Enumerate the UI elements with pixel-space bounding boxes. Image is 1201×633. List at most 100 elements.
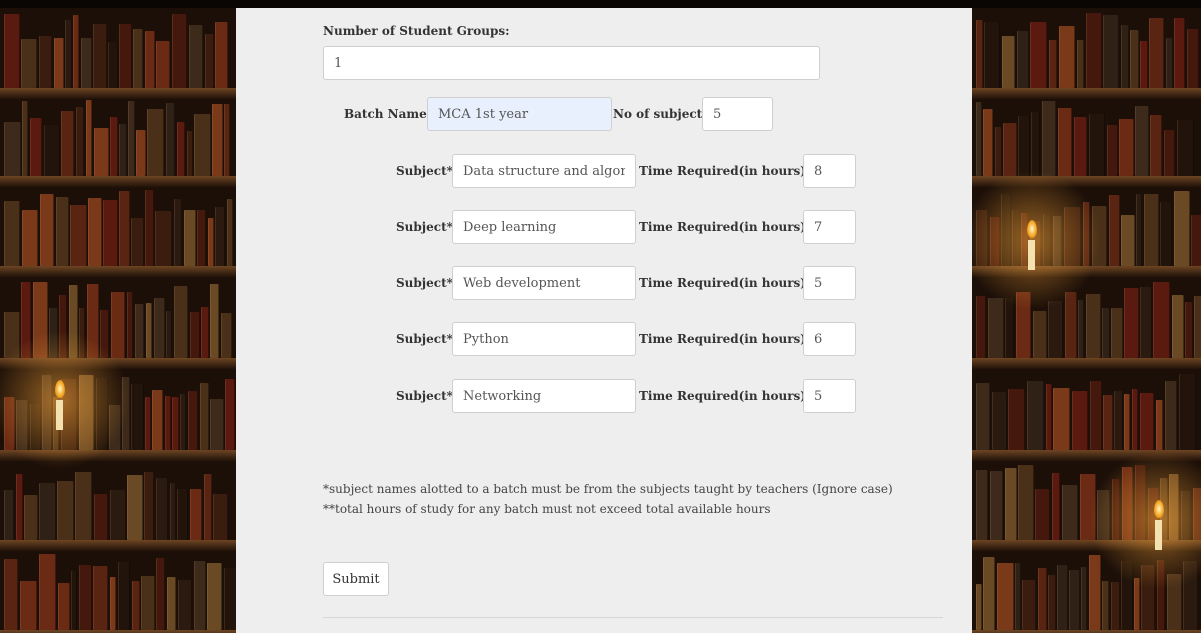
hours-input-2[interactable] <box>803 210 856 244</box>
book-spine <box>1046 384 1052 450</box>
book-spine <box>1048 301 1063 358</box>
book-spine <box>1156 400 1163 450</box>
book-spine <box>215 22 228 88</box>
book-spine <box>983 109 993 176</box>
shelf-row <box>0 96 236 188</box>
note-subject-names: *subject names alotted to a batch must b… <box>323 482 893 496</box>
book-spine <box>1150 115 1162 176</box>
subject-input-4[interactable] <box>452 322 636 356</box>
form-panel: Number of Student Groups: Batch Name: No… <box>236 8 972 633</box>
book-spine <box>4 122 21 176</box>
book-spine <box>177 489 188 540</box>
book-spine <box>131 218 144 266</box>
book-spine <box>1179 374 1196 450</box>
book-spine <box>1114 391 1123 450</box>
book-spine <box>4 14 20 88</box>
book-spine <box>184 210 196 266</box>
book-spine <box>24 495 38 540</box>
book-spine <box>86 100 92 176</box>
book-spine <box>208 218 214 266</box>
book-spine <box>70 205 87 266</box>
book-spine <box>1065 292 1077 358</box>
book-spine <box>1121 25 1129 88</box>
subject-label: Subject*: <box>396 276 458 290</box>
book-spine <box>4 201 20 266</box>
book-spine <box>197 210 206 266</box>
subject-input-1[interactable] <box>452 154 636 188</box>
book-spine <box>56 197 69 266</box>
submit-button[interactable]: Submit <box>323 562 389 596</box>
subject-input-5[interactable] <box>452 379 636 413</box>
book-spine <box>190 312 200 358</box>
book-spine <box>94 494 108 540</box>
subjects-count-input[interactable] <box>702 97 773 131</box>
book-spine <box>976 296 986 358</box>
book-spine <box>178 580 192 630</box>
book-spine <box>111 292 125 358</box>
book-spine <box>1018 116 1030 176</box>
subject-input-2[interactable] <box>452 210 636 244</box>
book-spine <box>1149 18 1164 88</box>
groups-input[interactable] <box>323 46 820 80</box>
book-spine <box>1132 389 1138 450</box>
book-spine <box>1008 389 1025 450</box>
subjects-count-label: No of subjects: <box>613 107 714 121</box>
book-spine <box>976 102 982 176</box>
time-required-label: Time Required(in hours)**: <box>639 276 823 290</box>
book-spine <box>1030 22 1047 88</box>
book-spine <box>65 20 72 88</box>
book-spine <box>187 131 193 176</box>
book-spine <box>213 494 228 540</box>
book-spine <box>1165 381 1177 450</box>
book-spine <box>1002 36 1015 88</box>
book-spine <box>174 286 188 358</box>
book-spine <box>1077 40 1084 88</box>
top-edge-bar <box>0 0 1201 8</box>
hours-input-4[interactable] <box>803 322 856 356</box>
book-spine <box>1103 15 1119 88</box>
book-spine <box>988 298 1004 358</box>
subject-label: Subject*: <box>396 220 458 234</box>
book-spine <box>110 577 116 630</box>
book-spine <box>76 107 84 176</box>
book-spine <box>1090 381 1102 450</box>
candle-flame-icon <box>1154 500 1164 518</box>
bookshelf-background-right <box>972 8 1201 633</box>
book-spine <box>154 298 165 358</box>
book-spine <box>1124 394 1130 450</box>
shelf-row <box>0 550 236 633</box>
book-spine <box>81 38 92 88</box>
book-spine <box>188 391 198 450</box>
hours-input-1[interactable] <box>803 154 856 188</box>
book-spine <box>207 563 222 630</box>
hours-input-3[interactable] <box>803 266 856 300</box>
book-spine <box>141 576 155 630</box>
book-spine <box>1121 215 1135 266</box>
batch-name-input[interactable] <box>427 97 612 131</box>
book-spine <box>1187 29 1199 88</box>
book-spine <box>976 584 982 630</box>
book-spine <box>147 109 164 176</box>
book-spine <box>1185 302 1193 358</box>
book-spine <box>93 566 108 630</box>
book-spine <box>94 128 109 176</box>
book-spine <box>1174 191 1190 266</box>
book-spine <box>4 559 18 630</box>
candle-flame-icon <box>1027 220 1037 238</box>
book-spine <box>984 22 1000 88</box>
shelf-row <box>972 8 1201 100</box>
book-spine <box>103 200 118 266</box>
book-spine <box>1166 38 1173 88</box>
book-spine <box>93 24 107 88</box>
book-spine <box>995 127 1002 176</box>
book-spine <box>1172 295 1184 358</box>
book-spine <box>1048 575 1056 630</box>
hours-input-5[interactable] <box>803 379 856 413</box>
book-spine <box>119 191 130 266</box>
book-spine <box>156 478 168 540</box>
book-spine <box>152 390 163 450</box>
subject-label: Subject*: <box>396 332 458 346</box>
book-spine <box>1174 18 1185 88</box>
book-spine <box>145 190 154 266</box>
subject-input-3[interactable] <box>452 266 636 300</box>
